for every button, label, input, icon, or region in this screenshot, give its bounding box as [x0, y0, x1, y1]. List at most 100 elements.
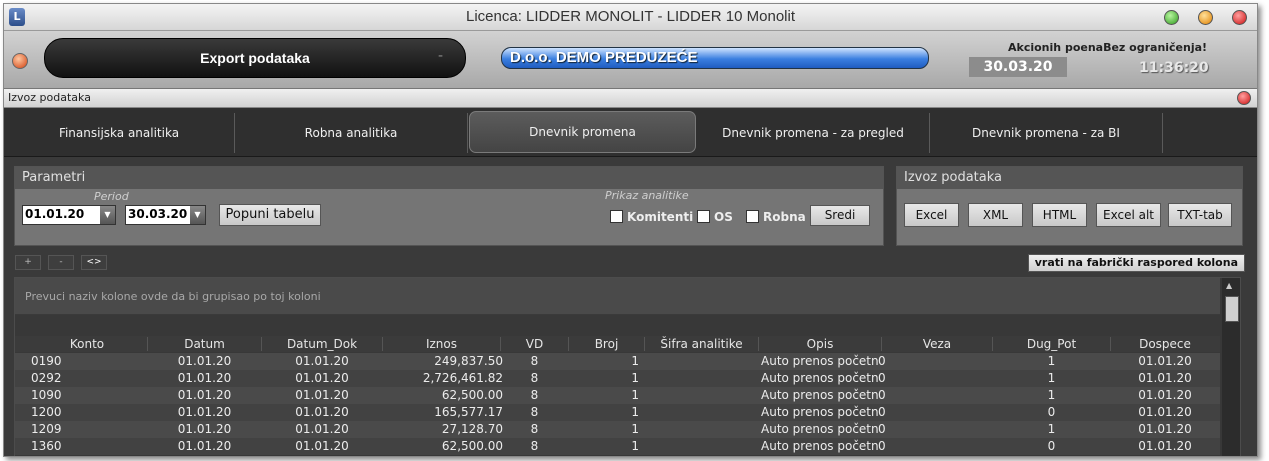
close-button[interactable] [1232, 10, 1247, 25]
cell-dug-pot: 1 [1047, 354, 1056, 368]
table-row[interactable]: 1360 01.01.20 01.01.20 62,500.00 8 1 Aut… [15, 438, 1220, 455]
loyalty-points-text: Akcionih poenaBez ograničenja! [1008, 41, 1208, 54]
cell-dug-pot: 1 [1047, 371, 1056, 385]
cell-konto: 0190 [31, 354, 62, 368]
module-title-pill: Export podataka - [44, 38, 466, 78]
cell-dug-pot: 1 [1047, 422, 1056, 436]
scroll-up-icon[interactable]: ▲ [1226, 281, 1232, 290]
cell-opis: Auto prenos početno [761, 405, 879, 419]
col-opis[interactable]: Opis [759, 337, 882, 351]
cell-vd: 8 [530, 405, 539, 419]
col-broj[interactable]: Broj [569, 337, 645, 351]
subwindow-close-button[interactable] [1237, 91, 1251, 105]
robna-checkbox-box[interactable] [746, 210, 759, 223]
date-from-field[interactable]: 01.01.20 ▼ [22, 205, 116, 225]
cell-dospece: 01.01.20 [1138, 422, 1192, 436]
table-row[interactable]: 1090 01.01.20 01.01.20 62,500.00 8 1 Aut… [15, 387, 1220, 404]
col-konto[interactable]: Konto [27, 337, 148, 351]
cell-vd: 8 [530, 388, 539, 402]
col-iznos[interactable]: Iznos [383, 337, 501, 351]
os-checkbox[interactable]: OS [697, 210, 733, 224]
tab-dnevnik-promena-za-bi[interactable]: Dnevnik promena - za BI [930, 113, 1163, 153]
tab-dnevnik-promena-za-pregled[interactable]: Dnevnik promena - za pregled [697, 113, 930, 153]
cell-datum: 01.01.20 [177, 371, 232, 385]
cell-datum: 01.01.20 [177, 439, 232, 453]
cell-veza: 0 [878, 388, 886, 402]
cell-iznos: 62,500.00 [441, 439, 503, 453]
scrollbar-thumb[interactable] [1225, 296, 1239, 322]
export-xml-button[interactable]: XML [968, 203, 1023, 227]
col-datum-dok[interactable]: Datum_Dok [262, 337, 383, 351]
data-grid: Prevuci naziv kolone ovde da bi grupisao… [14, 277, 1241, 456]
date-to-dropdown-icon[interactable]: ▼ [190, 206, 205, 224]
cell-konto: 0292 [31, 371, 62, 385]
cell-vd: 8 [530, 422, 539, 436]
cell-iznos: 249,837.50 [434, 354, 503, 368]
cell-opis: Auto prenos početno [761, 439, 879, 453]
col-dug-pot[interactable]: Dug_Pot [993, 337, 1111, 351]
cell-broj: 1 [631, 439, 639, 453]
komitenti-checkbox-box[interactable] [610, 210, 623, 223]
cell-konto: 1200 [31, 405, 62, 419]
export-txt-tab-button[interactable]: TXT-tab [1168, 203, 1232, 227]
tab-robna-analitika[interactable]: Robna analitika [235, 113, 468, 153]
col-dospece[interactable]: Dospece [1111, 337, 1219, 351]
cell-dospece: 01.01.20 [1138, 371, 1192, 385]
date-from-dropdown-icon[interactable]: ▼ [100, 206, 115, 224]
cell-broj: 1 [631, 371, 639, 385]
date-from-value: 01.01.20 [25, 207, 85, 221]
sredi-button[interactable]: Sredi [810, 205, 870, 226]
title-bar: L Licenca: LIDDER MONOLIT - LIDDER 10 Mo… [4, 4, 1257, 31]
col-veza[interactable]: Veza [882, 337, 993, 351]
export-excel-button[interactable]: Excel [904, 203, 959, 227]
cell-datum-dok: 01.01.20 [295, 371, 349, 385]
cell-veza: 0 [878, 354, 886, 368]
komitenti-label: Komitenti [627, 210, 694, 224]
group-hint: Prevuci naziv kolone ovde da bi grupisao… [25, 290, 321, 303]
cell-opis: Auto prenos početno [761, 354, 879, 368]
cell-dospece: 01.01.20 [1138, 388, 1192, 402]
remove-row-button[interactable]: - [48, 255, 74, 270]
cell-opis: Auto prenos početno [761, 422, 879, 436]
cell-datum-dok: 01.01.20 [295, 388, 349, 402]
export-excel-alt-button[interactable]: Excel alt [1096, 203, 1161, 227]
reset-columns-button[interactable]: vrati na fabrički raspored kolona [1027, 254, 1245, 272]
col-datum[interactable]: Datum [148, 337, 262, 351]
current-date: 30.03.20 [969, 57, 1067, 77]
analytics-label: Prikaz analitike [605, 189, 689, 202]
vertical-scrollbar[interactable]: ▲ [1222, 278, 1240, 456]
exit-module-button[interactable] [12, 53, 28, 69]
table-row[interactable]: 1200 01.01.20 01.01.20 165,577.17 8 1 Au… [15, 404, 1220, 421]
cell-broj: 1 [631, 388, 639, 402]
export-html-button[interactable]: HTML [1032, 203, 1087, 227]
table-row[interactable]: 0292 01.01.20 01.01.20 2,726,461.82 8 1 … [15, 370, 1220, 387]
maximize-button[interactable] [1164, 10, 1179, 25]
add-row-button[interactable]: + [15, 255, 41, 270]
table-row[interactable]: 1209 01.01.20 01.01.20 27,128.70 8 1 Aut… [15, 421, 1220, 438]
os-checkbox-box[interactable] [697, 210, 710, 223]
col-sifra-analitike[interactable]: Šifra analitike [645, 337, 759, 351]
popuni-tabelu-button[interactable]: Popuni tabelu [219, 204, 321, 226]
module-label: Export podataka [200, 50, 310, 66]
date-to-field[interactable]: 30.03.20 ▼ [125, 205, 206, 225]
table-row[interactable]: 0190 01.01.20 01.01.20 249,837.50 8 1 Au… [15, 353, 1220, 370]
col-vd[interactable]: VD [501, 337, 569, 351]
cell-datum-dok: 01.01.20 [295, 422, 349, 436]
minimize-button[interactable] [1198, 10, 1213, 25]
header-bar: Export podataka - D.o.o. DEMO PREDUZEĆE … [4, 31, 1257, 89]
expand-button[interactable]: <> [81, 255, 107, 270]
module-suffix: - [437, 48, 443, 64]
tab-finansijska-analitika[interactable]: Finansijska analitika [4, 113, 235, 153]
subwindow-title: Izvoz podataka [8, 91, 91, 104]
company-name: D.o.o. DEMO PREDUZEĆE [510, 49, 698, 66]
komitenti-checkbox[interactable]: Komitenti [610, 210, 693, 224]
os-label: OS [714, 210, 733, 224]
group-by-area[interactable]: Prevuci naziv kolone ovde da bi grupisao… [15, 278, 1220, 315]
cell-broj: 1 [631, 405, 639, 419]
tab-dnevnik-promena[interactable]: Dnevnik promena [469, 111, 696, 153]
tab-bar: Finansijska analitika Robna analitika Dn… [4, 108, 1257, 157]
cell-datum: 01.01.20 [177, 422, 232, 436]
robna-checkbox[interactable]: Robna [746, 210, 806, 224]
cell-iznos: 62,500.00 [441, 388, 503, 402]
column-headers: Konto Datum Datum_Dok Iznos VD Broj Šifr… [15, 336, 1220, 352]
